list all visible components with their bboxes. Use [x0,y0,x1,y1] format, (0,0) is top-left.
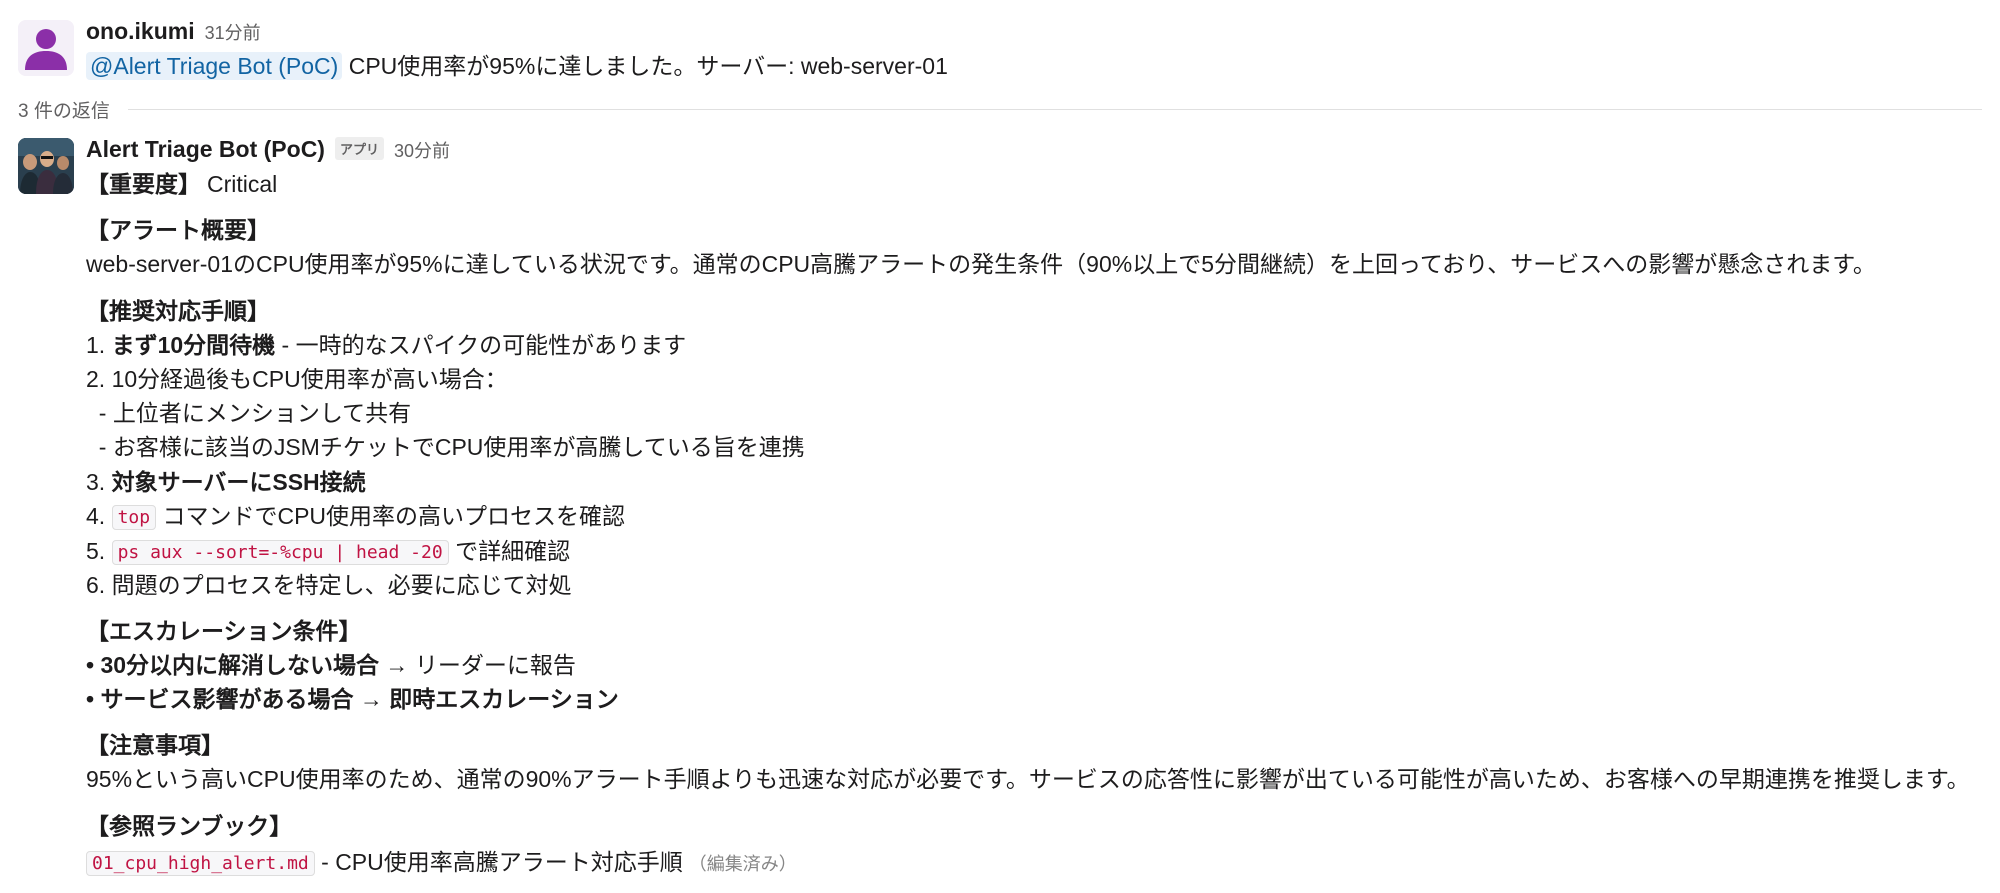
step-3-bold: 対象サーバーにSSH接続 [111,469,366,495]
step-4-text: コマンドでCPU使用率の高いプロセスを確認 [156,503,626,529]
step-2: 2. 10分経過後もCPU使用率が高い場合： [86,366,508,392]
step-2-sub-1: - 上位者にメンションして共有 [86,400,412,426]
runbook-text: - CPU使用率高騰アラート対応手順 [314,849,683,875]
escalation-2-action: 即時エスカレーション [389,686,619,712]
runbook-heading: 【参照ランブック】 [86,813,293,839]
mention-link[interactable]: @Alert Triage Bot (PoC) [86,52,343,80]
severity-label: 【重要度】 [86,171,201,197]
bullet: • [86,686,101,712]
step-5: 5. ps aux --sort=-%cpu | head -20 で詳細確認 [86,535,570,570]
notes-heading: 【注意事項】 [86,732,224,758]
step-5-text: で詳細確認 [448,538,571,564]
escalation-item-2: • サービス影響がある場合 → 即時エスカレーション [86,683,619,715]
overview-text: web-server-01のCPU使用率が95%に達している状況です。通常のCP… [86,251,1876,277]
reply-count: 3 件の返信 [18,101,110,122]
app-badge: アプリ [334,137,384,160]
escalation-heading: 【エスカレーション条件】 [86,618,362,644]
step-5-number: 5. [86,538,112,564]
steps-heading: 【推奨対応手順】 [86,298,270,324]
step-4-number: 4. [86,503,112,529]
root-author[interactable]: ono.ikumi [86,18,195,45]
bullet: • [86,652,101,678]
step-4-code: top [111,505,157,530]
edited-label: （編集済み） [688,854,797,874]
root-timestamp[interactable]: 31分前 [205,19,261,45]
root-message-text: @Alert Triage Bot (PoC) CPU使用率が95%に達しました… [86,50,948,82]
runbook-line: 01_cpu_high_alert.md - CPU使用率高騰アラート対応手順（… [86,846,797,881]
reply-divider: 3 件の返信 [18,96,1982,123]
reply-header: Alert Triage Bot (PoC) アプリ 30分前 [86,136,450,163]
escalation-1-bold: 30分以内に解消しない場合 [100,652,380,678]
bot-author[interactable]: Alert Triage Bot (PoC) [86,136,325,163]
user-avatar[interactable] [18,20,74,76]
step-1-text: - 一時的なスパイクの可能性があります [275,332,687,358]
step-3: 3. 対象サーバーにSSH接続 [86,466,366,498]
step-5-code: ps aux --sort=-%cpu | head -20 [111,540,449,565]
severity-value: Critical [207,171,278,197]
step-2-sub-2: - お客様に該当のJSMチケットでCPU使用率が高騰している旨を連携 [86,434,805,460]
step-6: 6. 問題のプロセスを特定し、必要に応じて対処 [86,572,572,598]
escalation-item-1: • 30分以内に解消しない場合 → リーダーに報告 [86,649,576,681]
bot-photo-icon [18,138,74,194]
step-1: 1. まず10分間待機 - 一時的なスパイクの可能性があります [86,329,686,361]
notes-text: 95%という高いCPU使用率のため、通常の90%アラート手順よりも迅速な対応が必… [86,766,1970,792]
step-3-number: 3. [86,469,112,495]
step-1-number: 1. [86,332,112,358]
step-4: 4. top コマンドでCPU使用率の高いプロセスを確認 [86,500,625,535]
divider-line [127,109,1982,110]
step-1-bold: まず10分間待機 [111,332,276,358]
escalation-2-bold: サービス影響がある場合 [100,686,354,712]
bot-avatar[interactable] [18,138,74,194]
severity-line: 【重要度】 Critical [86,168,277,200]
escalation-2-arrow: → [353,686,390,712]
root-message-header: ono.ikumi 31分前 [86,18,261,45]
overview-heading: 【アラート概要】 [86,217,270,243]
root-message-body: CPU使用率が95%に達しました。サーバー: web-server-01 [342,53,948,79]
reply-timestamp[interactable]: 30分前 [394,137,450,163]
escalation-1-text: → リーダーに報告 [379,652,576,678]
runbook-code: 01_cpu_high_alert.md [86,851,315,876]
user-silhouette-icon [18,20,74,76]
thread-view: ono.ikumi 31分前 @Alert Triage Bot (PoC) C… [0,0,2000,893]
